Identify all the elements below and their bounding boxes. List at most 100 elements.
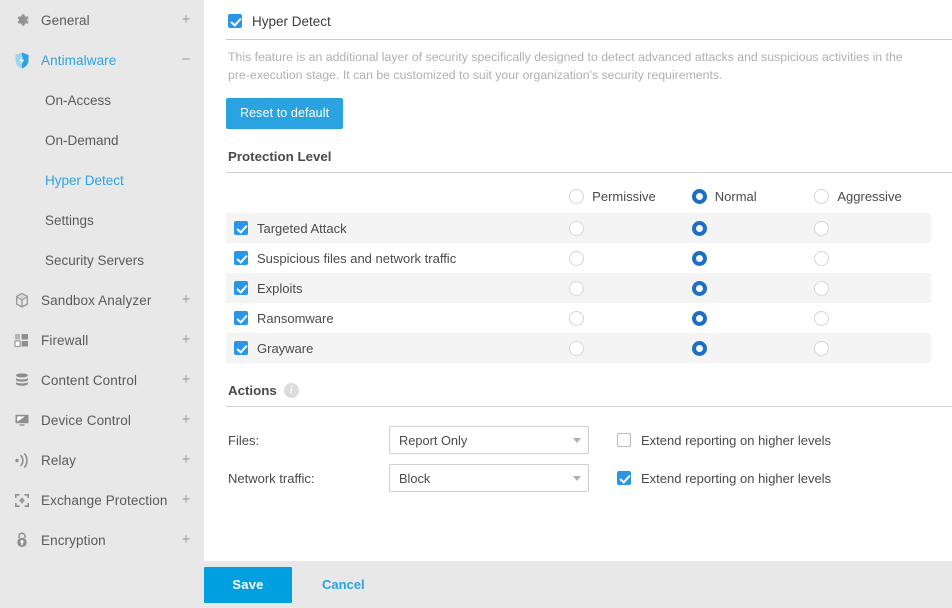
reset-to-default-button[interactable]: Reset to default — [226, 98, 343, 129]
actions-title: Actions — [228, 383, 277, 398]
column-header-aggressive[interactable]: Aggressive — [808, 179, 931, 213]
network-extend-label: Extend reporting on higher levels — [641, 471, 831, 486]
row-name-cell: Ransomware — [226, 303, 563, 333]
sidebar-item-on-demand[interactable]: On-Demand — [0, 120, 204, 160]
network-extend-checkbox[interactable] — [617, 471, 631, 485]
expander-icon[interactable]: + — [180, 295, 192, 305]
sidebar-item-settings[interactable]: Settings — [0, 200, 204, 240]
row-radio-cell[interactable] — [686, 333, 809, 363]
hyper-detect-checkbox[interactable] — [228, 14, 242, 28]
main-content: Hyper Detect This feature is an addition… — [204, 0, 952, 561]
radio-permissive[interactable] — [569, 311, 584, 326]
page-title: Hyper Detect — [252, 14, 331, 29]
sidebar-item-content-control[interactable]: Content Control + — [0, 360, 204, 400]
sidebar-item-hyper-detect[interactable]: Hyper Detect — [0, 160, 204, 200]
radio-normal[interactable] — [692, 281, 707, 296]
global-radio-aggressive[interactable] — [814, 189, 829, 204]
radio-aggressive[interactable] — [814, 341, 829, 356]
radio-aggressive[interactable] — [814, 251, 829, 266]
radio-permissive[interactable] — [569, 221, 584, 236]
row-radio-cell[interactable] — [686, 213, 809, 243]
sidebar-item-device-control[interactable]: Device Control + — [0, 400, 204, 440]
table-row: Targeted Attack — [226, 213, 931, 243]
row-radio-cell[interactable] — [686, 303, 809, 333]
row-name-cell: Targeted Attack — [226, 213, 563, 243]
sidebar-item-label: Firewall — [41, 333, 180, 348]
expander-icon[interactable]: + — [180, 495, 192, 505]
sidebar-item-label: Device Control — [41, 413, 180, 428]
sidebar-nav: General + Antimalware − On-Access On-Dem… — [0, 0, 204, 561]
row-checkbox-targeted-attack[interactable] — [234, 221, 248, 235]
row-radio-cell[interactable] — [563, 303, 686, 333]
global-radio-permissive[interactable] — [569, 189, 584, 204]
row-name-cell: Exploits — [226, 273, 563, 303]
monitor-icon — [11, 410, 33, 430]
sidebar-item-general[interactable]: General + — [0, 0, 204, 40]
column-label: Aggressive — [837, 189, 901, 204]
row-checkbox-suspicious-files[interactable] — [234, 251, 248, 265]
radio-normal[interactable] — [692, 341, 707, 356]
sidebar-item-sandbox-analyzer[interactable]: Sandbox Analyzer + — [0, 280, 204, 320]
radio-aggressive[interactable] — [814, 281, 829, 296]
row-radio-cell[interactable] — [808, 213, 931, 243]
expander-icon[interactable]: + — [180, 15, 192, 25]
feature-description: This feature is an additional layer of s… — [226, 40, 926, 84]
row-checkbox-ransomware[interactable] — [234, 311, 248, 325]
sidebar-subitem-label: Security Servers — [45, 253, 144, 268]
network-traffic-action-select[interactable]: Block — [389, 464, 589, 492]
radio-aggressive[interactable] — [814, 221, 829, 236]
sidebar-item-firewall[interactable]: Firewall + — [0, 320, 204, 360]
actions-heading: Actions i — [226, 363, 952, 398]
row-radio-cell[interactable] — [808, 333, 931, 363]
sidebar-item-on-access[interactable]: On-Access — [0, 80, 204, 120]
row-radio-cell[interactable] — [563, 243, 686, 273]
row-radio-cell[interactable] — [686, 273, 809, 303]
sidebar-item-encryption[interactable]: Encryption + — [0, 520, 204, 560]
protection-level-divider — [226, 172, 952, 173]
column-header-normal[interactable]: Normal — [686, 179, 809, 213]
files-action-value: Report Only — [399, 433, 467, 448]
expander-icon[interactable]: + — [180, 335, 192, 345]
column-header-permissive[interactable]: Permissive — [563, 179, 686, 213]
sidebar-item-relay[interactable]: Relay + — [0, 440, 204, 480]
radio-permissive[interactable] — [569, 281, 584, 296]
files-extend-checkbox[interactable] — [617, 433, 631, 447]
row-radio-cell[interactable] — [686, 243, 809, 273]
hyper-detect-toggle-row: Hyper Detect — [226, 8, 952, 34]
collapse-icon[interactable]: − — [180, 55, 192, 65]
sidebar-item-label: Sandbox Analyzer — [41, 293, 180, 308]
footer-bar: Save Cancel — [0, 561, 952, 608]
sidebar-item-antimalware[interactable]: Antimalware − — [0, 40, 204, 80]
row-radio-cell[interactable] — [808, 273, 931, 303]
row-radio-cell[interactable] — [563, 213, 686, 243]
expander-icon[interactable]: + — [180, 455, 192, 465]
radio-normal[interactable] — [692, 311, 707, 326]
protection-level-heading: Protection Level — [226, 129, 952, 164]
row-radio-cell[interactable] — [808, 243, 931, 273]
radio-normal[interactable] — [692, 221, 707, 236]
expander-icon[interactable]: + — [180, 375, 192, 385]
global-radio-normal[interactable] — [692, 189, 707, 204]
cancel-button[interactable]: Cancel — [322, 577, 365, 592]
network-extend-reporting[interactable]: Extend reporting on higher levels — [617, 471, 831, 486]
row-radio-cell[interactable] — [563, 333, 686, 363]
expander-icon[interactable]: + — [180, 415, 192, 425]
radio-normal[interactable] — [692, 251, 707, 266]
row-checkbox-exploits[interactable] — [234, 281, 248, 295]
radio-permissive[interactable] — [569, 341, 584, 356]
sidebar-item-exchange-protection[interactable]: Exchange Protection + — [0, 480, 204, 520]
sidebar-subitem-label: On-Demand — [45, 133, 119, 148]
files-extend-reporting[interactable]: Extend reporting on higher levels — [617, 433, 831, 448]
header-spacer — [226, 179, 563, 213]
files-action-select[interactable]: Report Only — [389, 426, 589, 454]
expander-icon[interactable]: + — [180, 535, 192, 545]
info-icon[interactable]: i — [284, 383, 299, 398]
row-radio-cell[interactable] — [563, 273, 686, 303]
radio-aggressive[interactable] — [814, 311, 829, 326]
row-radio-cell[interactable] — [808, 303, 931, 333]
actions-grid: Files: Report Only Extend reporting on h… — [226, 421, 952, 497]
sidebar-item-security-servers[interactable]: Security Servers — [0, 240, 204, 280]
row-checkbox-grayware[interactable] — [234, 341, 248, 355]
save-button[interactable]: Save — [204, 567, 292, 603]
radio-permissive[interactable] — [569, 251, 584, 266]
